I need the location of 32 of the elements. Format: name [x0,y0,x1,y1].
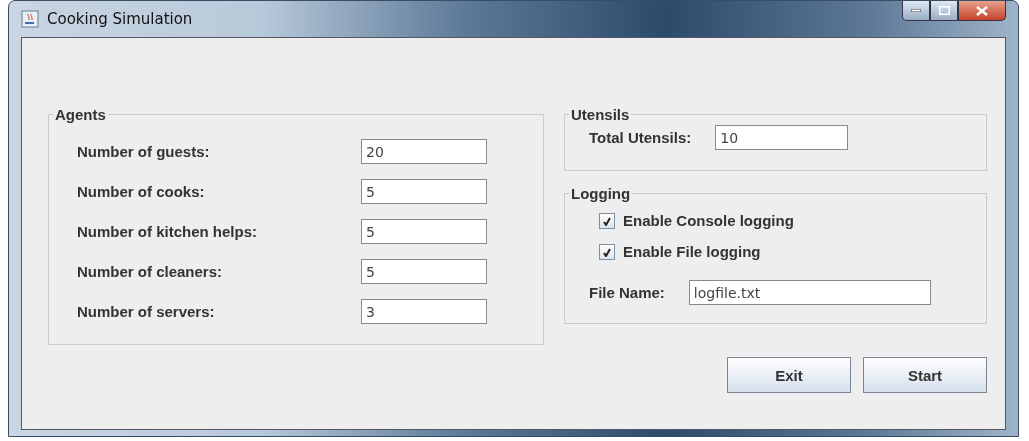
checkmark-icon [602,246,612,257]
input-field[interactable]: 10 [715,125,849,150]
group-title: Logging [570,185,632,202]
close-icon [976,5,988,16]
field-label: Number of cleaners: [77,263,224,280]
maximize-icon [938,6,950,15]
window-title: Cooking Simulation [47,10,193,28]
field-label: File Name: [589,284,665,301]
field-label: Number of cooks: [77,183,206,200]
checkbox[interactable] [599,212,615,229]
input-field[interactable]: 5 [361,219,487,244]
group-title: Utensils [570,106,631,123]
input-field[interactable]: 3 [361,299,487,324]
close-button[interactable] [958,1,1006,21]
checkbox-label: Enable Console logging [623,212,794,229]
field-label: Number of servers: [77,303,216,320]
input-field[interactable]: 5 [361,179,487,204]
checkbox[interactable] [599,243,615,260]
input-field[interactable]: logfile.txt [688,280,931,305]
maximize-button[interactable] [930,1,958,21]
field-label: Number of guests: [77,143,211,160]
input-field[interactable]: 5 [361,259,487,284]
field-label: Number of kitchen helps: [77,223,259,240]
minimize-icon [911,9,921,12]
dialog-button[interactable]: Start [863,357,987,393]
checkbox-label: Enable File logging [623,243,761,260]
field-label: Total Utensils: [589,129,692,146]
input-field[interactable]: 20 [361,139,487,164]
group-title: Agents [54,106,107,123]
minimize-button[interactable] [902,1,930,21]
checkmark-icon [602,215,612,226]
dialog-button[interactable]: Exit [727,357,851,393]
